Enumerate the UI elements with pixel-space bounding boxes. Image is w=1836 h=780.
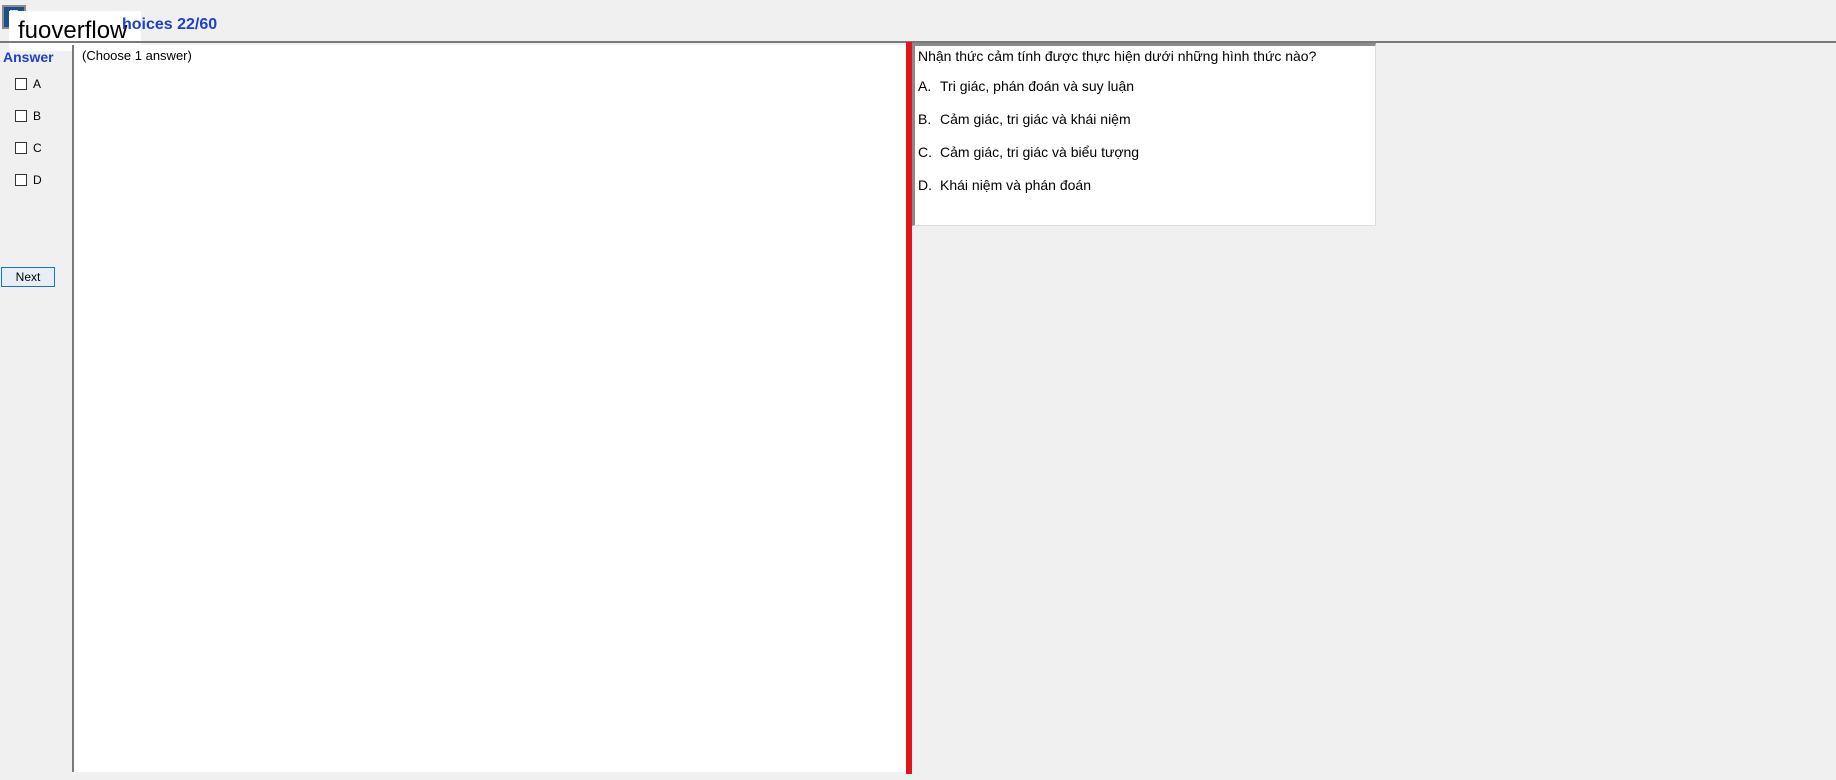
choice-a-text: Tri giác, phán đoán và suy luận <box>940 78 1135 94</box>
answer-option-b[interactable]: B <box>15 109 41 123</box>
choice-b: B. Cảm giác, tri giác và khái niệm <box>918 111 1131 127</box>
choice-c-text: Cảm giác, tri giác và biểu tượng <box>940 144 1140 160</box>
choice-b-text: Cảm giác, tri giác và khái niệm <box>940 111 1131 127</box>
answer-option-b-label: B <box>33 109 42 123</box>
next-button[interactable]: Next <box>1 267 55 287</box>
question-text: Nhận thức cảm tính được thực hiện dưới n… <box>918 48 1317 64</box>
instruction-text: (Choose 1 answer) <box>82 48 192 63</box>
answer-option-a-label: A <box>33 77 42 91</box>
answer-option-d-label: D <box>33 173 42 187</box>
answer-option-a[interactable]: A <box>15 77 41 91</box>
answer-option-d[interactable]: D <box>15 173 42 187</box>
choice-d-text: Khái niệm và phán đoán <box>940 177 1091 193</box>
checkbox-c[interactable] <box>15 142 27 154</box>
checkbox-a[interactable] <box>15 78 27 90</box>
exam-window: fuoverflow hoices 22/60 Answer A B C D N… <box>0 0 1836 780</box>
choice-d: D. Khái niệm và phán đoán <box>918 177 1091 193</box>
answer-area-panel: (Choose 1 answer) <box>72 45 906 772</box>
checkbox-d[interactable] <box>15 174 27 186</box>
answer-option-c[interactable]: C <box>15 141 42 155</box>
question-panel: Nhận thức cảm tính được thực hiện dưới n… <box>912 43 1376 226</box>
choice-a: A. Tri giác, phán đoán và suy luận <box>918 78 1134 94</box>
choice-b-letter: B. <box>918 111 932 127</box>
choice-c-letter: C. <box>918 144 932 160</box>
answer-option-c-label: C <box>33 141 42 155</box>
checkbox-b[interactable] <box>15 110 27 122</box>
choice-c: C. Cảm giác, tri giác và biểu tượng <box>918 144 1139 160</box>
choice-a-letter: A. <box>918 78 932 94</box>
question-counter-title: hoices 22/60 <box>122 16 218 33</box>
choice-d-letter: D. <box>918 177 932 193</box>
answer-label: Answer <box>3 49 54 65</box>
